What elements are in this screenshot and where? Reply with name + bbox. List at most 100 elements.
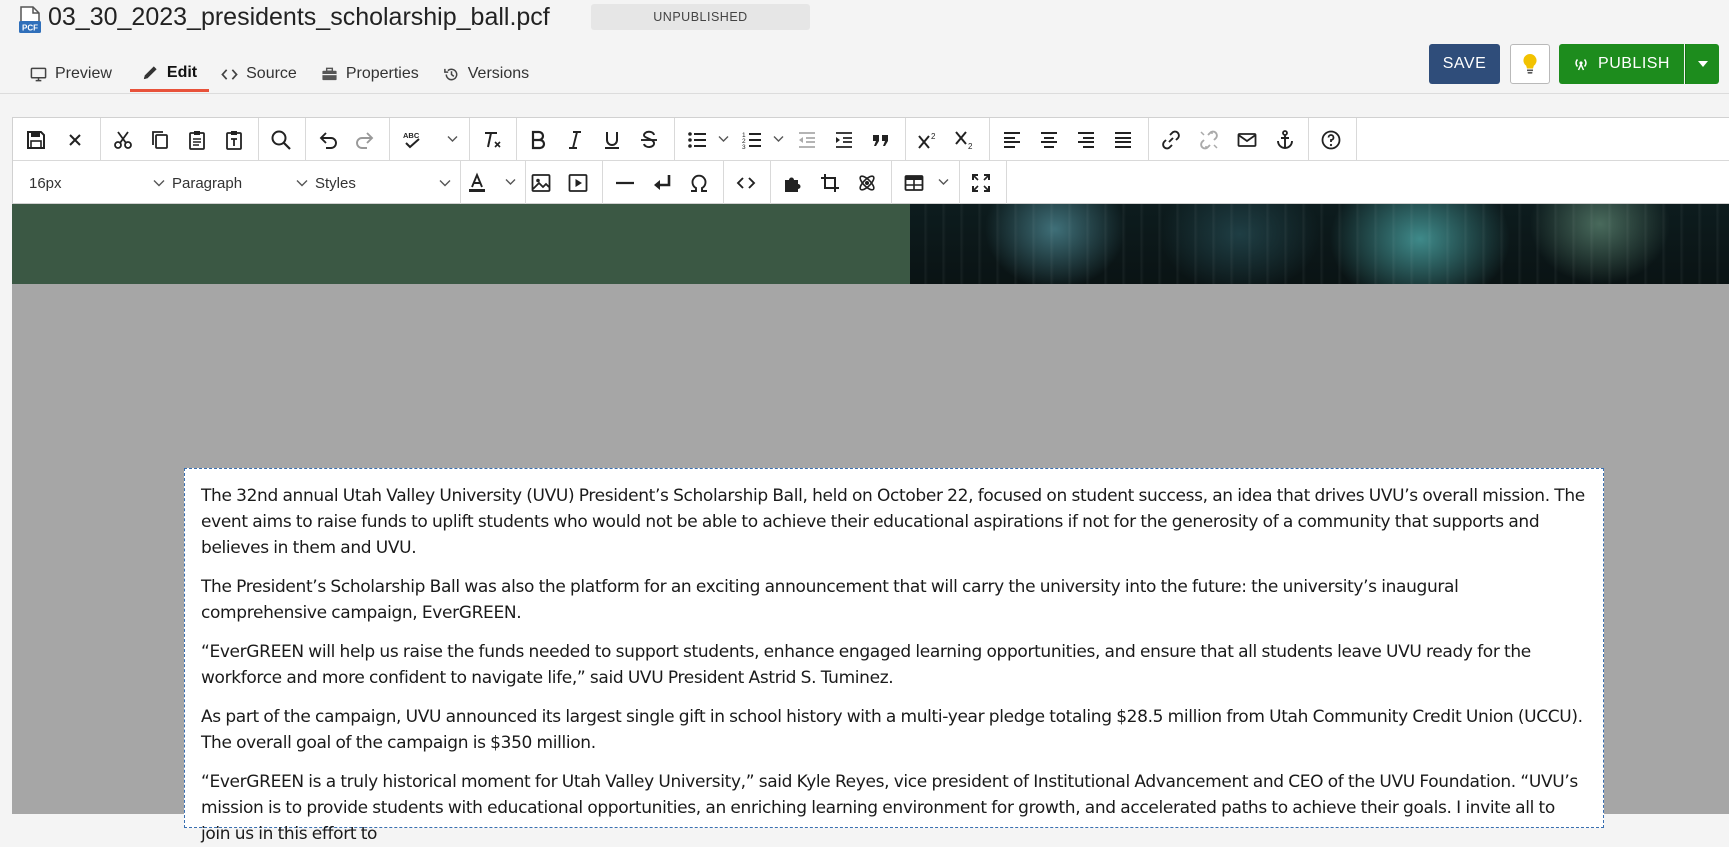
tab-edit[interactable]: Edit — [129, 56, 210, 92]
subscript-icon[interactable]: 2 — [951, 126, 979, 154]
tab-versions[interactable]: Versions — [431, 56, 541, 92]
horizontal-rule-icon[interactable] — [611, 169, 639, 197]
paragraph[interactable]: “EverGREEN is a truly historical moment … — [201, 769, 1587, 847]
help-icon[interactable] — [1317, 126, 1345, 154]
line-break-icon[interactable] — [648, 169, 676, 197]
plugin-icon[interactable] — [779, 169, 807, 197]
pencil-icon — [143, 66, 157, 80]
clear-format-icon[interactable] — [478, 126, 506, 154]
publish-label: PUBLISH — [1598, 55, 1670, 72]
tab-source[interactable]: Source — [209, 56, 309, 92]
italic-icon[interactable] — [561, 126, 589, 154]
text-color-icon[interactable] — [463, 169, 491, 197]
status-badge: UNPUBLISHED — [591, 4, 810, 30]
superscript-icon[interactable]: 2 — [914, 126, 942, 154]
blockquote-icon[interactable] — [867, 126, 895, 154]
outdent-icon[interactable] — [793, 126, 821, 154]
fullscreen-icon[interactable] — [967, 169, 995, 197]
special-char-icon[interactable] — [685, 169, 713, 197]
tab-edit-label: Edit — [166, 63, 198, 81]
font-size-value: 16px — [29, 174, 62, 192]
tab-preview-label: Preview — [55, 65, 112, 82]
media-icon[interactable] — [564, 169, 592, 197]
pcf-file-icon: PCF — [19, 6, 41, 33]
tab-properties-label: Properties — [345, 65, 419, 82]
view-tabs: Preview Edit Source Properties Versions — [18, 56, 541, 94]
cut-icon[interactable] — [109, 126, 137, 154]
bold-icon[interactable] — [524, 126, 552, 154]
justify-icon[interactable] — [1109, 126, 1137, 154]
editor-canvas: The 32nd annual Utah Valley University (… — [12, 204, 1729, 844]
tips-button[interactable] — [1510, 44, 1550, 84]
block-format-select[interactable]: Paragraph — [170, 168, 310, 198]
align-right-icon[interactable] — [1072, 126, 1100, 154]
tab-preview[interactable]: Preview — [18, 56, 124, 92]
page-title: 03_30_2023_presidents_scholarship_ball.p… — [48, 3, 550, 31]
styles-select[interactable]: Styles — [313, 168, 453, 198]
publish-options-dropdown[interactable] — [1685, 44, 1719, 84]
table-dropdown[interactable] — [937, 175, 949, 189]
tab-source-label: Source — [246, 65, 297, 82]
bullet-list-icon[interactable] — [683, 126, 711, 154]
caret-down-icon — [1697, 61, 1708, 67]
align-center-icon[interactable] — [1035, 126, 1063, 154]
paragraph[interactable]: As part of the campaign, UVU announced i… — [201, 704, 1587, 756]
editable-content-region[interactable]: The 32nd annual Utah Valley University (… — [184, 468, 1604, 844]
find-icon[interactable] — [267, 126, 295, 154]
email-icon[interactable] — [1233, 126, 1261, 154]
block-format-value: Paragraph — [172, 174, 243, 192]
chevron-down-icon — [296, 180, 308, 187]
component-icon[interactable] — [853, 169, 881, 197]
font-size-select[interactable]: 16px — [27, 168, 167, 198]
banner-photo — [910, 204, 1729, 284]
svg-text:3: 3 — [742, 144, 746, 151]
paragraph[interactable]: The President’s Scholarship Ball was als… — [201, 574, 1587, 626]
file-icon-label: PCF — [22, 24, 38, 33]
paragraph[interactable]: The 32nd annual Utah Valley University (… — [201, 483, 1587, 561]
bullet-list-dropdown[interactable] — [717, 132, 729, 146]
history-icon — [443, 68, 458, 80]
paste-icon[interactable] — [183, 126, 211, 154]
monitor-icon — [30, 67, 47, 81]
chevron-down-icon — [153, 180, 165, 187]
unlink-icon[interactable] — [1195, 126, 1223, 154]
strikethrough-icon[interactable] — [635, 126, 663, 154]
svg-text:2: 2 — [968, 142, 973, 151]
numbered-list-dropdown[interactable] — [772, 132, 784, 146]
source-code-icon[interactable] — [732, 169, 760, 197]
link-icon[interactable] — [1157, 126, 1185, 154]
redo-icon[interactable] — [351, 126, 379, 154]
numbered-list-icon[interactable]: 123 — [738, 126, 766, 154]
broadcast-icon — [1575, 58, 1587, 71]
styles-value: Styles — [315, 174, 356, 192]
align-left-icon[interactable] — [998, 126, 1026, 154]
paste-text-icon[interactable] — [220, 126, 248, 154]
publish-button[interactable]: PUBLISH — [1559, 44, 1684, 84]
save-button[interactable]: SAVE — [1429, 44, 1500, 84]
paragraph[interactable]: “EverGREEN will help us raise the funds … — [201, 639, 1587, 691]
copy-icon[interactable] — [146, 126, 174, 154]
crop-icon[interactable] — [816, 169, 844, 197]
image-icon[interactable] — [527, 169, 555, 197]
indent-icon[interactable] — [830, 126, 858, 154]
chevron-down-icon — [439, 180, 451, 187]
toolbar-row-1: ABC 123 2 2 — [13, 118, 1729, 161]
anchor-icon[interactable] — [1271, 126, 1299, 154]
editor-toolbar: ABC 123 2 2 16px Paragraph Styles — [12, 117, 1729, 204]
lightbulb-icon — [1523, 53, 1537, 74]
close-icon[interactable] — [61, 126, 89, 154]
text-color-dropdown[interactable] — [504, 175, 516, 189]
code-icon — [221, 68, 238, 80]
table-icon[interactable] — [900, 169, 928, 197]
spellcheck-icon[interactable]: ABC — [398, 126, 426, 154]
svg-text:ABC: ABC — [403, 131, 420, 140]
underline-icon[interactable] — [598, 126, 626, 154]
undo-icon[interactable] — [314, 126, 342, 154]
spellcheck-dropdown[interactable] — [446, 132, 458, 146]
briefcase-icon — [322, 67, 337, 80]
svg-text:2: 2 — [931, 132, 936, 141]
save-icon[interactable] — [22, 126, 50, 154]
tab-properties[interactable]: Properties — [309, 56, 431, 92]
page-header: PCF 03_30_2023_presidents_scholarship_ba… — [0, 0, 1729, 94]
tab-versions-label: Versions — [467, 65, 530, 82]
